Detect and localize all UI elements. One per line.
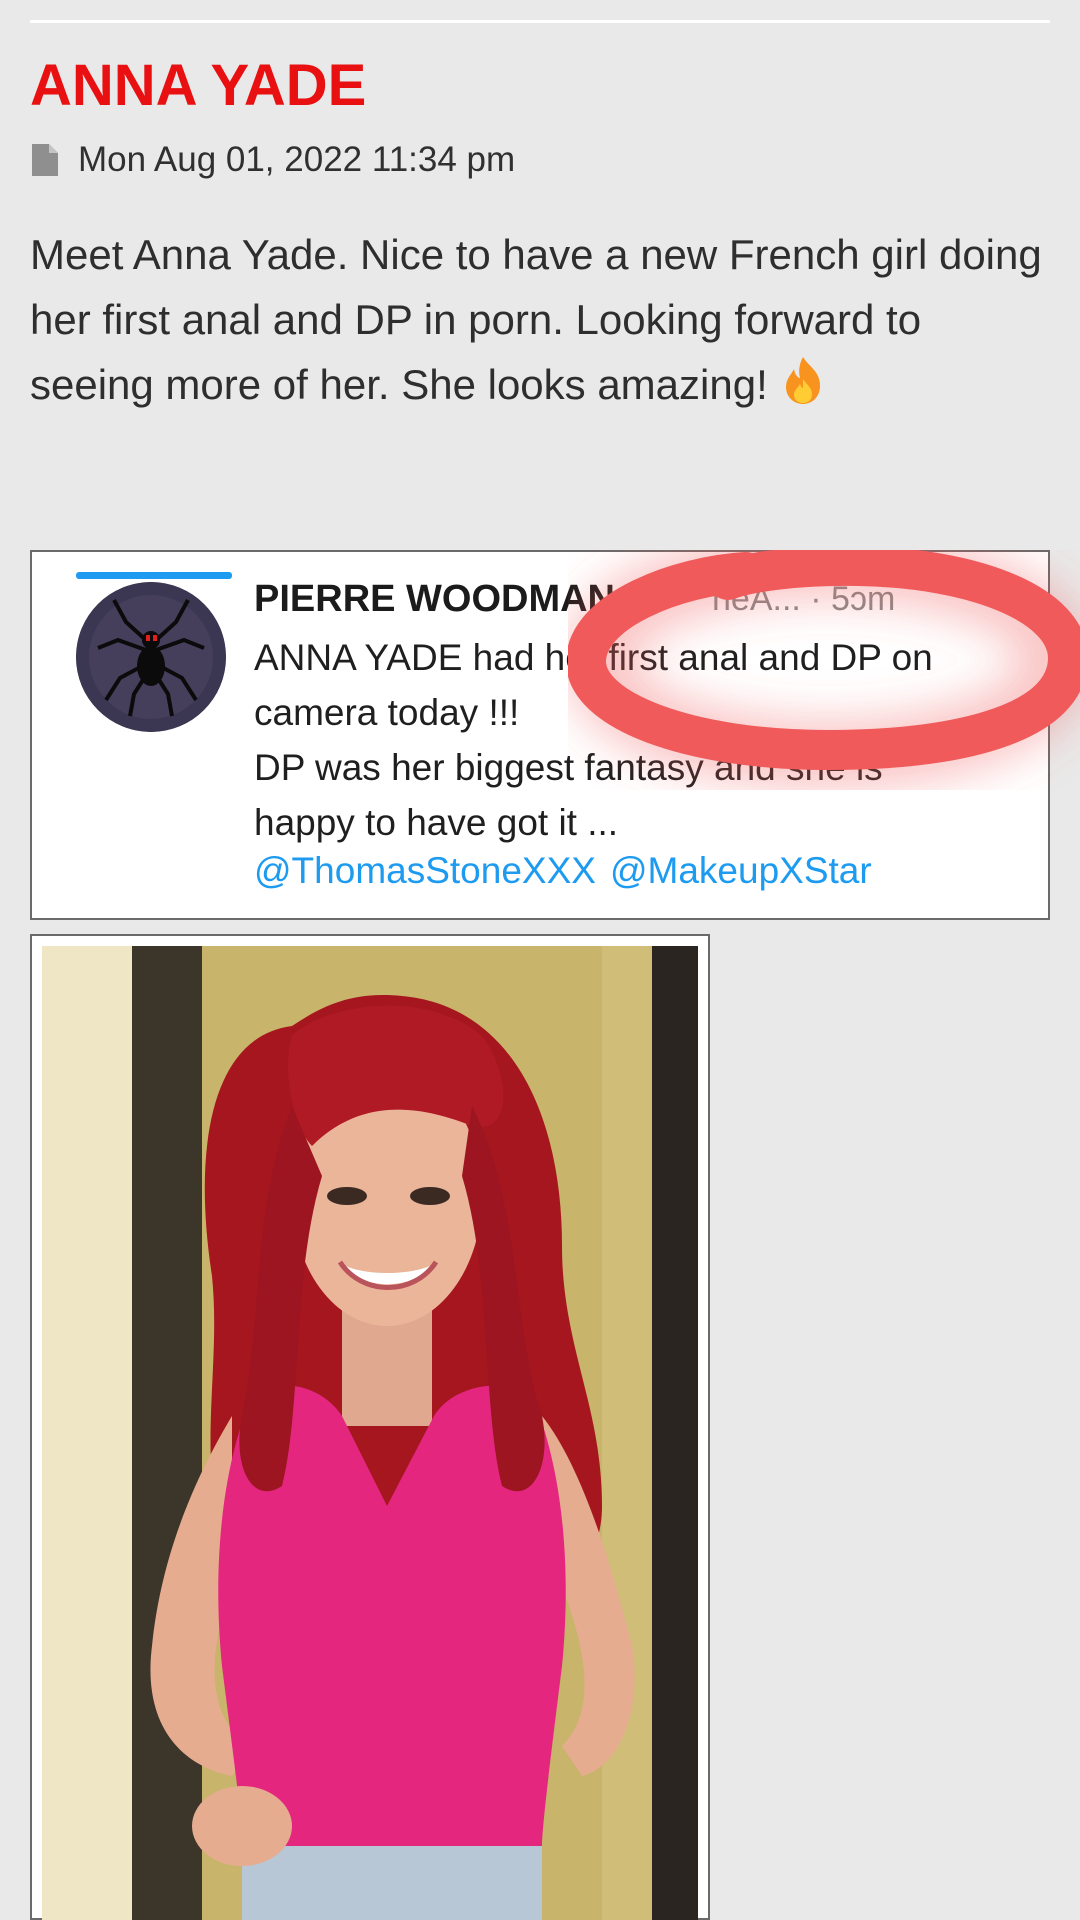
tweet-mentions: @ThomasStoneXXX @MakeupXStar — [254, 850, 872, 892]
tweet-text-line: camera today !!! — [254, 692, 520, 733]
post-title[interactable]: ANNA YADE — [30, 52, 366, 119]
mention-link[interactable]: @ThomasStoneXXX — [254, 850, 596, 892]
tweet-text-line: ANNA YADE had her first anal and DP on — [254, 637, 933, 678]
spider-logo-icon — [76, 582, 226, 732]
top-divider — [30, 20, 1050, 23]
mention-link[interactable]: @MakeupXStar — [610, 850, 872, 892]
embedded-tweet-screenshot[interactable]: PIERRE WOODMAN neA... · 5ɔm ANNA YADE ha… — [30, 550, 1050, 920]
forum-post-page: ANNA YADE Mon Aug 01, 2022 11:34 pm Meet… — [0, 0, 1080, 1920]
post-meta: Mon Aug 01, 2022 11:34 pm — [32, 140, 515, 180]
portrait-illustration — [42, 946, 698, 1920]
tweet-thread-line — [76, 572, 232, 579]
post-image-frame[interactable] — [30, 934, 710, 1920]
document-icon — [32, 144, 58, 176]
tweet-author: PIERRE WOODMAN — [254, 578, 615, 620]
post-body-text: Meet Anna Yade. Nice to have a new Frenc… — [30, 231, 1042, 408]
post-date: Mon Aug 01, 2022 11:34 pm — [78, 140, 516, 179]
post-body: Meet Anna Yade. Nice to have a new Frenc… — [30, 222, 1050, 417]
fire-emoji-icon — [776, 353, 830, 407]
tweet-text-line: DP was her biggest fantasy and she is — [254, 747, 883, 788]
tweet-text-line: happy to have got it ... — [254, 802, 619, 843]
post-photo — [42, 946, 698, 1920]
tweet-handle-time: neA... · 5ɔm — [712, 580, 896, 618]
tweet-avatar — [76, 582, 226, 732]
tweet-text: ANNA YADE had her first anal and DP on c… — [254, 630, 1044, 850]
